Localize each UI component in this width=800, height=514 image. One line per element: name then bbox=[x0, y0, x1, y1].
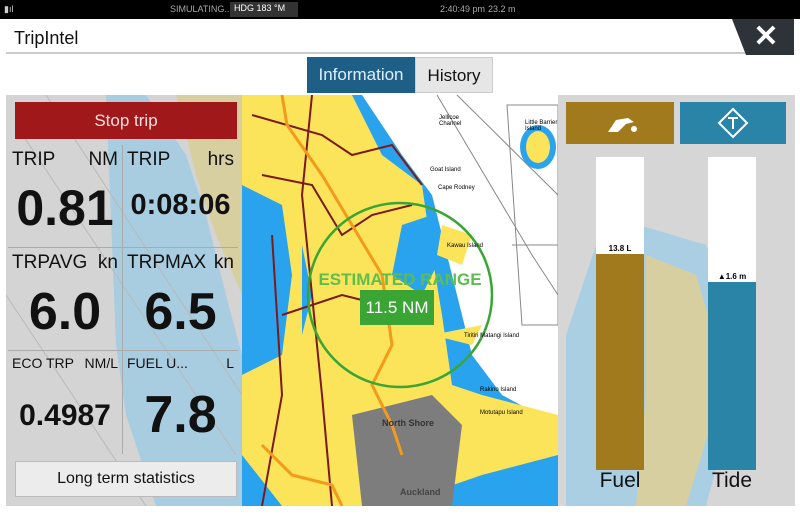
close-button[interactable]: ✕ bbox=[732, 19, 794, 55]
fuel-nozzle-icon bbox=[608, 118, 637, 132]
content-area: Stop trip TRIP NM 0.81 TRIP hrs 0:08:06 TR… bbox=[6, 95, 795, 506]
tab-history[interactable]: History bbox=[415, 57, 493, 93]
depth: 23.2 m bbox=[488, 4, 516, 14]
trip-distance-cell[interactable]: TRIP NM 0.81 bbox=[8, 145, 123, 248]
cell-value: 6.5 bbox=[144, 283, 217, 341]
tide-diamond-icon bbox=[717, 107, 749, 139]
map-label: Jellicoe Channel bbox=[439, 115, 462, 127]
fuel-level-bar: 13.8 L bbox=[596, 157, 644, 470]
cell-label: TRIP bbox=[12, 149, 56, 170]
cell-label: ECO TRP bbox=[12, 355, 74, 371]
tide-level-value: ▲1.6 m bbox=[717, 272, 747, 282]
cell-unit: NM bbox=[88, 149, 118, 170]
cell-value: 0.4987 bbox=[19, 399, 111, 432]
title-bar: TripIntel ✕ bbox=[6, 19, 794, 55]
estimated-range-value: 11.5 NM bbox=[360, 290, 434, 325]
status-bar: ▮ıl SIMULATING... HDG 183 °M 2:40:49 pm … bbox=[0, 0, 800, 19]
map-label: Tiritiri Matangi Island bbox=[464, 333, 520, 339]
eco-trip-cell[interactable]: ECO TRP NM/L 0.4987 bbox=[8, 351, 123, 454]
trip-time-cell[interactable]: TRIP hrs 0:08:06 bbox=[123, 145, 238, 248]
fuel-level-fill bbox=[596, 254, 644, 470]
cell-label: TRPMAX bbox=[127, 252, 207, 273]
cell-unit: hrs bbox=[207, 149, 234, 170]
sim-status: SIMULATING... bbox=[170, 4, 232, 14]
long-term-statistics-button[interactable]: Long term statistics bbox=[15, 461, 237, 497]
cell-label: FUEL U... bbox=[127, 355, 188, 371]
heading-readout: HDG 183 °M bbox=[230, 2, 298, 17]
tide-label: Tide bbox=[711, 469, 753, 492]
cell-unit: NM/L bbox=[84, 355, 118, 371]
cell-value: 0.81 bbox=[16, 180, 114, 236]
fuel-level-value: 13.8 L bbox=[608, 244, 632, 254]
cell-value: 7.8 bbox=[144, 386, 217, 444]
estimated-range-title: ESTIMATED RANGE bbox=[318, 270, 482, 289]
tide-level-fill bbox=[708, 282, 756, 470]
map-label: Little Barrier Island bbox=[525, 120, 558, 132]
cell-value: 6.0 bbox=[28, 283, 102, 341]
map-label: Auckland bbox=[400, 487, 441, 497]
tide-button[interactable] bbox=[680, 102, 786, 144]
map-label: Cape Rodney bbox=[438, 185, 475, 191]
cell-unit: kn bbox=[213, 252, 234, 273]
cell-unit: L bbox=[226, 355, 234, 371]
trip-max-speed-cell[interactable]: TRPMAX kn 6.5 bbox=[123, 248, 238, 351]
cell-label: TRPAVG bbox=[12, 252, 88, 273]
fuel-used-cell[interactable]: FUEL U... L 7.8 bbox=[123, 351, 238, 454]
signal-icon: ▮ıl bbox=[4, 4, 14, 14]
map-label: Goat Island bbox=[430, 167, 461, 173]
page-title: TripIntel bbox=[14, 28, 79, 48]
cell-label: TRIP bbox=[127, 149, 171, 170]
cell-unit: kn bbox=[97, 252, 118, 273]
fuel-label: Fuel bbox=[599, 469, 641, 492]
tide-level-bar: ▲1.6 m bbox=[708, 157, 756, 470]
map-label: Kawau Island bbox=[447, 243, 484, 249]
map-label: Motutapu Island bbox=[480, 410, 523, 416]
time: 2:40:49 pm bbox=[440, 4, 486, 14]
trip-avg-speed-cell[interactable]: TRPAVG kn 6.0 bbox=[8, 248, 123, 351]
range-map[interactable]: ESTIMATED RANGE 11.5 NM Jellicoe Channel… bbox=[242, 95, 558, 506]
map-label: Rakino Island bbox=[480, 387, 517, 393]
tab-information[interactable]: Information bbox=[307, 57, 415, 93]
fuel-button[interactable] bbox=[566, 102, 674, 144]
map-label: North Shore bbox=[382, 418, 435, 428]
stop-trip-button[interactable]: Stop trip bbox=[15, 102, 237, 139]
cell-value: 0:08:06 bbox=[130, 189, 231, 221]
